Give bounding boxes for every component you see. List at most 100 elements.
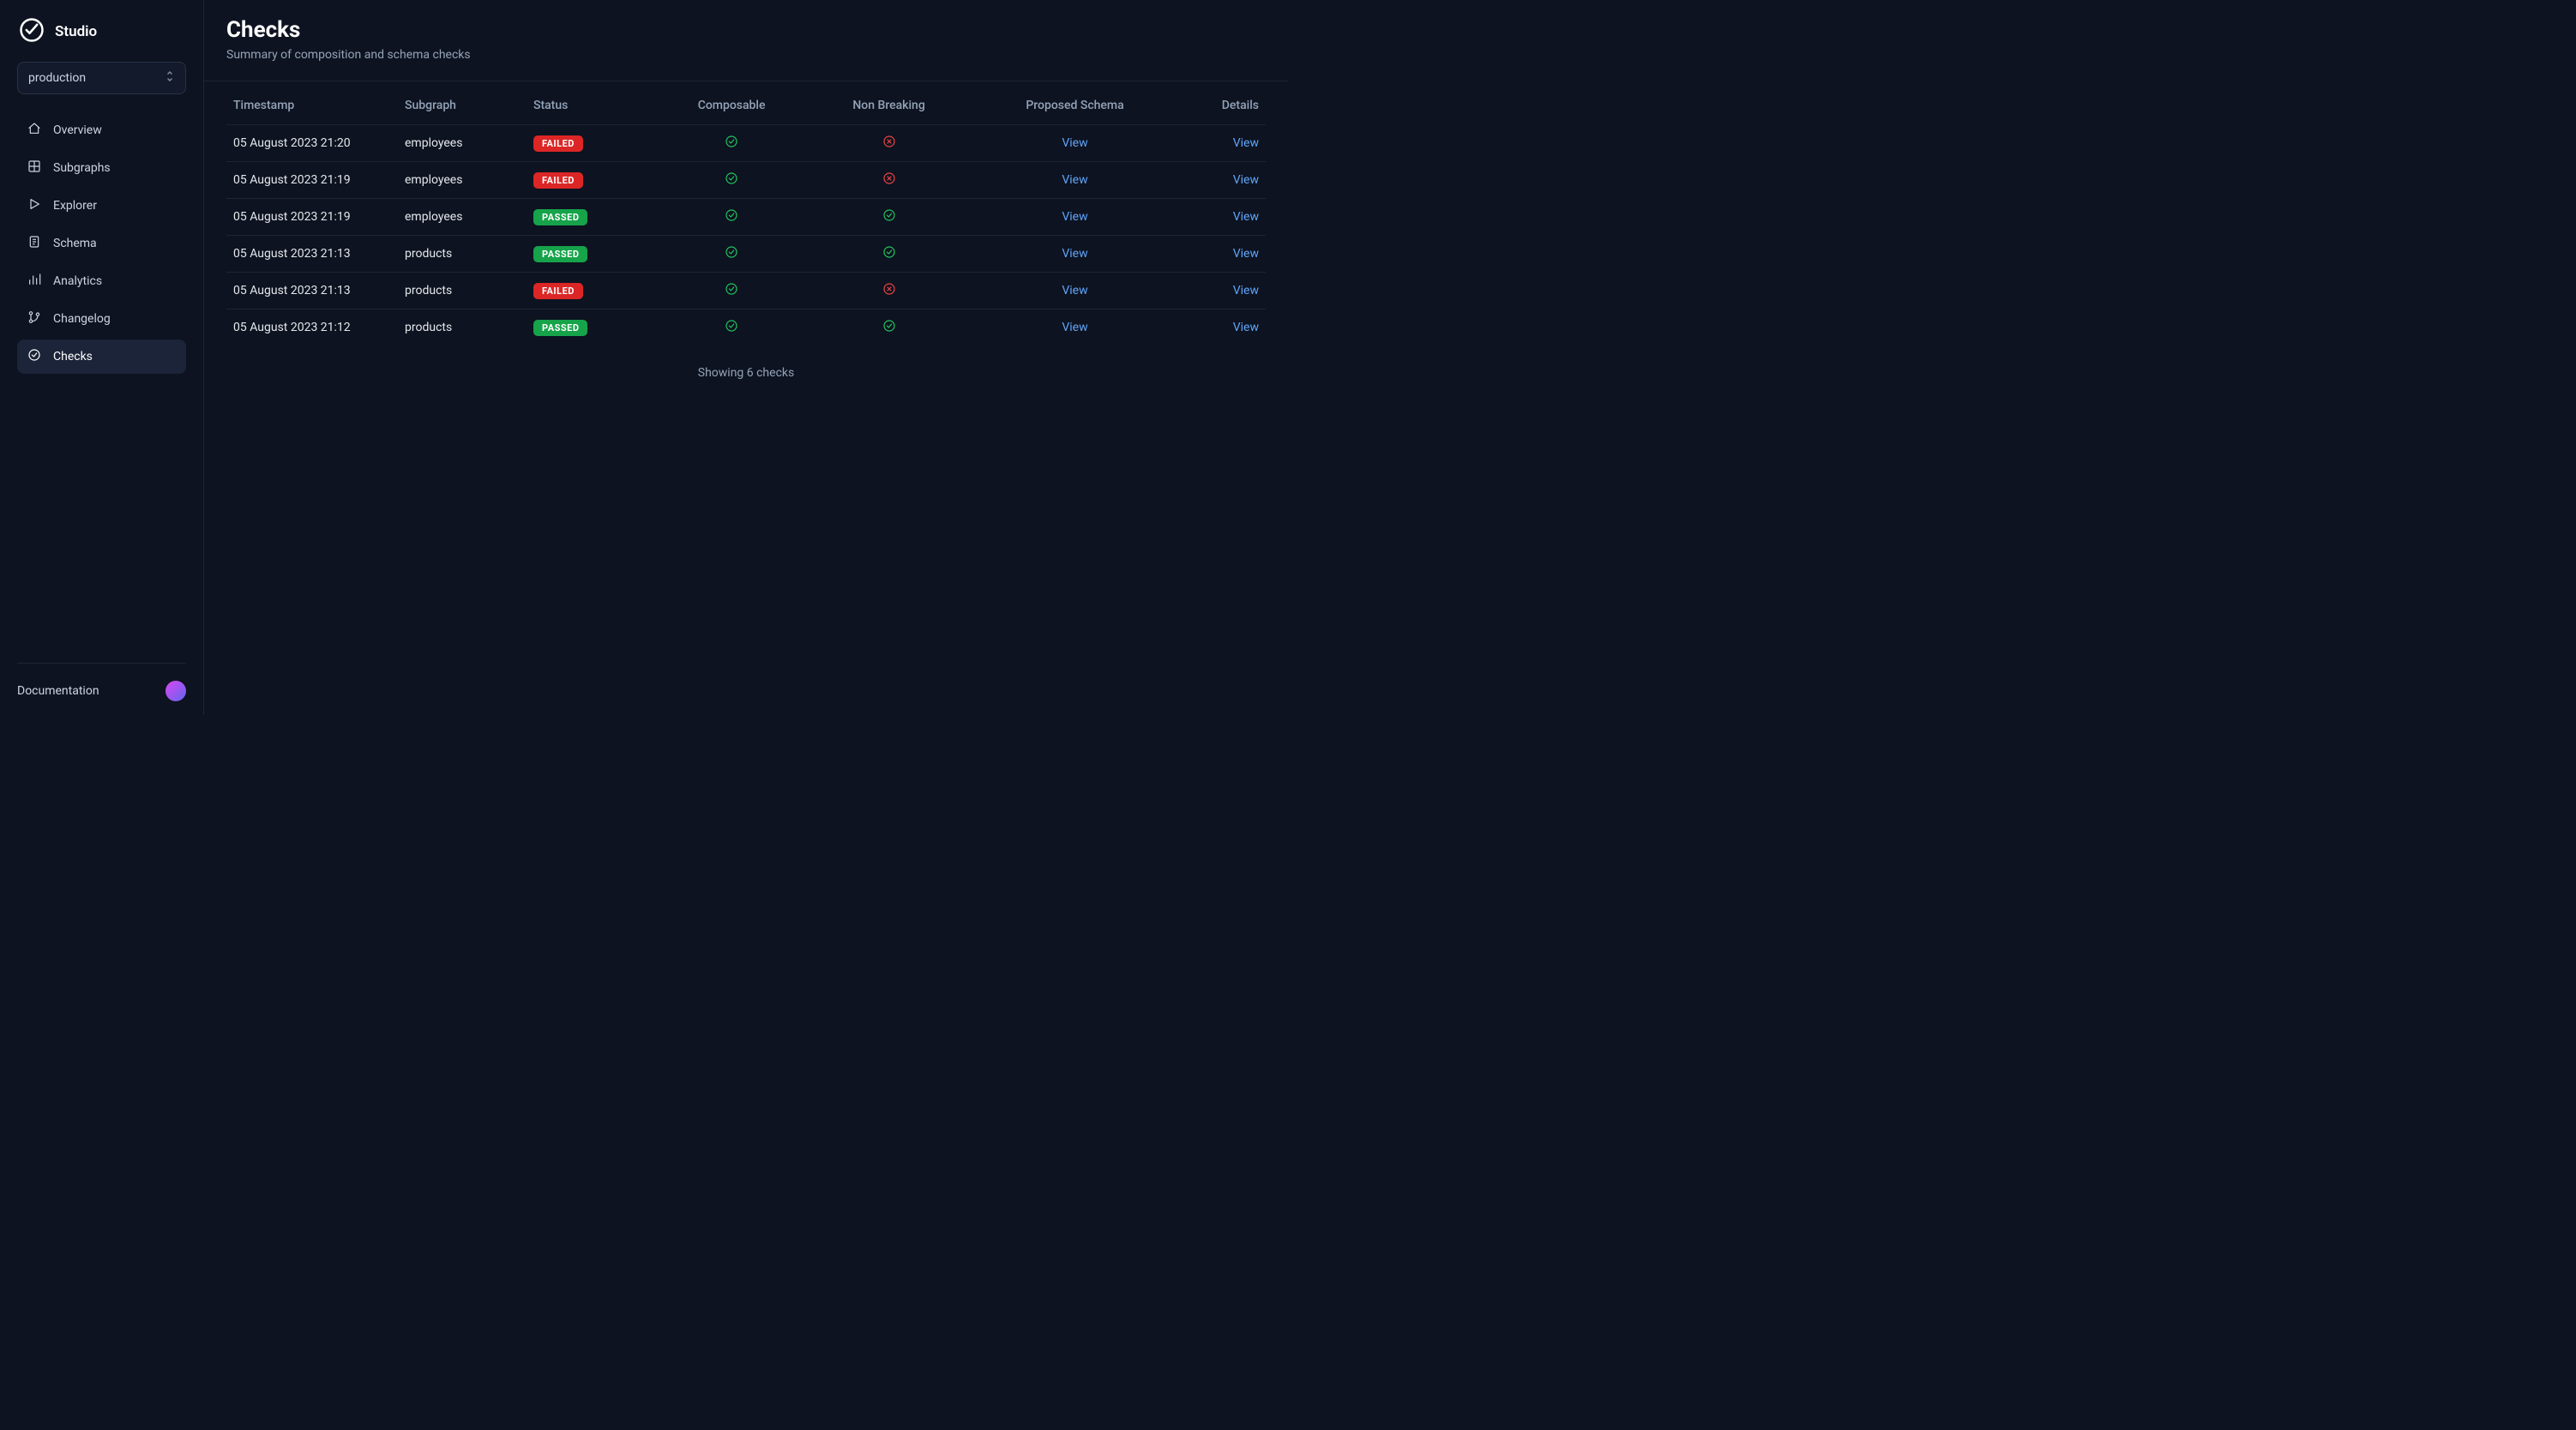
main-content: Checks Summary of composition and schema…	[204, 0, 1288, 715]
cell-proposed-schema: View	[970, 273, 1180, 309]
check-circle-icon	[725, 171, 738, 185]
x-circle-icon	[882, 282, 896, 296]
col-subgraph: Subgraph	[398, 90, 527, 125]
table-row: 05 August 2023 21:20employeesFAILEDViewV…	[226, 125, 1266, 162]
proposed-schema-link[interactable]: View	[1062, 210, 1087, 224]
cell-details: View	[1180, 273, 1266, 309]
page-header: Checks Summary of composition and schema…	[204, 17, 1288, 81]
cell-composable	[655, 199, 808, 236]
cell-timestamp: 05 August 2023 21:19	[226, 199, 398, 236]
proposed-schema-link[interactable]: View	[1062, 284, 1087, 297]
cell-details: View	[1180, 199, 1266, 236]
cell-details: View	[1180, 162, 1266, 199]
sidebar-item-overview[interactable]: Overview	[17, 113, 186, 147]
sidebar-item-label: Analytics	[53, 274, 102, 288]
documentation-link[interactable]: Documentation	[17, 684, 99, 698]
sidebar-footer: Documentation	[17, 663, 186, 701]
play-icon	[27, 197, 41, 214]
status-badge: PASSED	[533, 320, 587, 336]
col-status: Status	[527, 90, 655, 125]
brand-name: Studio	[55, 23, 97, 40]
brand[interactable]: Studio	[10, 14, 193, 62]
sidebar-item-subgraphs[interactable]: Subgraphs	[17, 151, 186, 185]
cell-non-breaking	[808, 162, 970, 199]
cell-subgraph: employees	[398, 162, 527, 199]
col-composable: Composable	[655, 90, 808, 125]
check-circle-icon	[725, 282, 738, 296]
table-header-row: Timestamp Subgraph Status Composable Non…	[226, 90, 1266, 125]
selector-chevron-icon	[165, 71, 175, 85]
cell-timestamp: 05 August 2023 21:20	[226, 125, 398, 162]
cell-proposed-schema: View	[970, 162, 1180, 199]
logo-icon	[19, 17, 45, 46]
col-details: Details	[1180, 90, 1266, 125]
branch-icon	[27, 310, 41, 327]
cell-status: PASSED	[527, 309, 655, 346]
proposed-schema-link[interactable]: View	[1062, 321, 1087, 334]
cell-status: FAILED	[527, 273, 655, 309]
cell-composable	[655, 309, 808, 346]
cell-details: View	[1180, 125, 1266, 162]
page-subtitle: Summary of composition and schema checks	[226, 48, 1266, 62]
cell-timestamp: 05 August 2023 21:13	[226, 273, 398, 309]
cell-details: View	[1180, 236, 1266, 273]
cell-non-breaking	[808, 199, 970, 236]
status-badge: FAILED	[533, 172, 583, 189]
sidebar-item-explorer[interactable]: Explorer	[17, 189, 186, 223]
col-non-breaking: Non Breaking	[808, 90, 970, 125]
details-link[interactable]: View	[1233, 321, 1259, 334]
cell-subgraph: employees	[398, 125, 527, 162]
cell-composable	[655, 162, 808, 199]
sidebar-item-analytics[interactable]: Analytics	[17, 264, 186, 298]
check-circle-icon	[882, 245, 896, 259]
status-badge: FAILED	[533, 283, 583, 299]
sidebar-nav: Overview Subgraphs Explorer Schema Analytics…	[10, 113, 193, 374]
sidebar-item-label: Checks	[53, 350, 93, 364]
x-circle-icon	[882, 135, 896, 148]
table-row: 05 August 2023 21:12productsPASSEDViewVi…	[226, 309, 1266, 346]
check-circle-icon	[725, 208, 738, 222]
cell-composable	[655, 273, 808, 309]
cell-timestamp: 05 August 2023 21:19	[226, 162, 398, 199]
sidebar-item-checks[interactable]: Checks	[17, 339, 186, 374]
proposed-schema-link[interactable]: View	[1062, 136, 1087, 150]
cell-proposed-schema: View	[970, 125, 1180, 162]
cell-proposed-schema: View	[970, 309, 1180, 346]
proposed-schema-link[interactable]: View	[1062, 173, 1087, 187]
environment-selector[interactable]: production	[17, 62, 186, 94]
cell-status: FAILED	[527, 162, 655, 199]
cell-subgraph: products	[398, 236, 527, 273]
cell-proposed-schema: View	[970, 199, 1180, 236]
home-icon	[27, 122, 41, 139]
cell-details: View	[1180, 309, 1266, 346]
cell-non-breaking	[808, 273, 970, 309]
status-badge: PASSED	[533, 209, 587, 225]
checks-table: Timestamp Subgraph Status Composable Non…	[226, 90, 1266, 345]
sidebar-item-schema[interactable]: Schema	[17, 226, 186, 261]
proposed-schema-link[interactable]: View	[1062, 247, 1087, 261]
grid-icon	[27, 159, 41, 177]
details-link[interactable]: View	[1233, 247, 1259, 261]
check-circle-icon	[882, 319, 896, 333]
avatar[interactable]	[166, 681, 186, 701]
details-link[interactable]: View	[1233, 284, 1259, 297]
check-circle-icon	[882, 208, 896, 222]
cell-timestamp: 05 August 2023 21:13	[226, 236, 398, 273]
cell-status: PASSED	[527, 236, 655, 273]
cell-status: PASSED	[527, 199, 655, 236]
check-circle-icon	[725, 319, 738, 333]
page-title: Checks	[226, 17, 1266, 43]
sidebar-item-label: Explorer	[53, 199, 97, 213]
details-link[interactable]: View	[1233, 173, 1259, 187]
col-timestamp: Timestamp	[226, 90, 398, 125]
details-link[interactable]: View	[1233, 136, 1259, 150]
cell-timestamp: 05 August 2023 21:12	[226, 309, 398, 346]
sidebar-item-label: Schema	[53, 237, 97, 250]
sidebar-item-label: Subgraphs	[53, 161, 111, 175]
sidebar-item-changelog[interactable]: Changelog	[17, 302, 186, 336]
cell-subgraph: products	[398, 273, 527, 309]
table-footer: Showing 6 checks	[226, 345, 1266, 400]
check-circle-icon	[725, 135, 738, 148]
table-row: 05 August 2023 21:13productsPASSED View Vi…	[226, 236, 1266, 273]
details-link[interactable]: View	[1233, 210, 1259, 224]
